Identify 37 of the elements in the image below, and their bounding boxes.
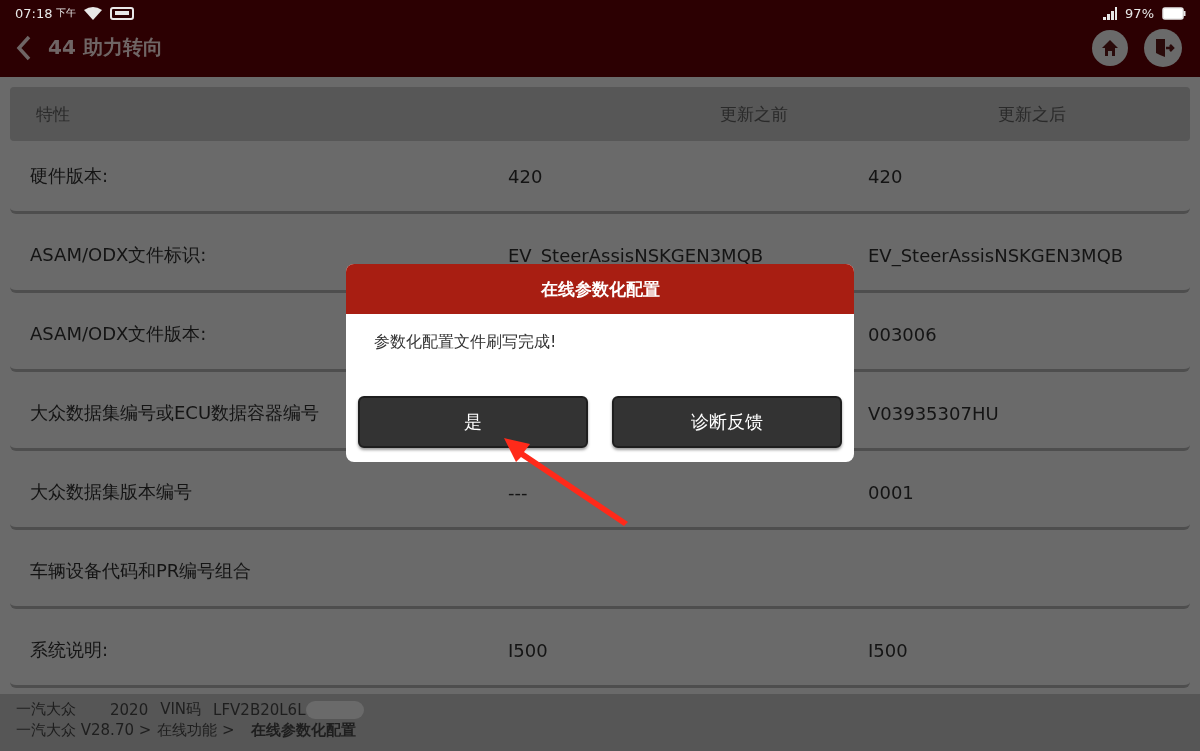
table-cell: 大众数据集编号或ECU数据容器编号 [30,402,320,424]
breadcrumb-item[interactable]: 在线参数化配置 [250,721,356,741]
back-icon[interactable] [16,34,32,61]
battery-icon [1162,6,1186,20]
table-cell: 系统说明: [30,639,109,661]
page-title: 44 助力转向 [48,34,163,62]
table-cell: 车辆设备代码和PR编号组合 [30,560,252,582]
signal-icon [1103,6,1118,20]
dialog-button[interactable]: 诊断反馈 [612,396,842,449]
table-cell: V03935307HU [868,402,999,424]
table-cell: 0001 [868,481,914,503]
table-cell: 大众数据集版本编号 [30,481,192,503]
table-cell: 硬件版本: [30,165,109,187]
home-icon[interactable] [1092,29,1128,66]
table-cell: EV_SteerAssisNSKGEN3MQB [868,244,1124,266]
table-cell: --- [508,481,528,503]
table-cell: ASAM/ODX文件版本: [30,323,207,345]
vin-number: LFV2B20L6L [213,700,306,719]
table-cell: I500 [868,639,908,661]
dialog-title: 在线参数化配置 [346,264,854,315]
dialog-button[interactable]: 是 [358,396,588,449]
table-cell: 420 [508,165,543,187]
table-cell: EV_SteerAssisNSKGEN3MQB [508,244,764,266]
battery-percent: 97% [1125,5,1154,21]
table-cell: 003006 [868,323,937,345]
wifi-icon [84,6,103,20]
vehicle-year: 2020 [110,700,149,719]
breadcrumb-item[interactable]: 在线功能 > [157,721,235,741]
status-time: 07:18 [15,5,53,21]
status-period: 下午 [56,6,77,20]
table-cell: ASAM/ODX文件标识: [30,244,207,266]
table-cell: I500 [508,639,548,661]
vin-label: VIN码 [160,700,202,720]
exit-icon[interactable] [1144,28,1182,67]
dialog-message: 参数化配置文件刷写完成! [374,332,557,352]
keyboard-icon [110,6,135,20]
table-cell: 420 [868,165,903,187]
